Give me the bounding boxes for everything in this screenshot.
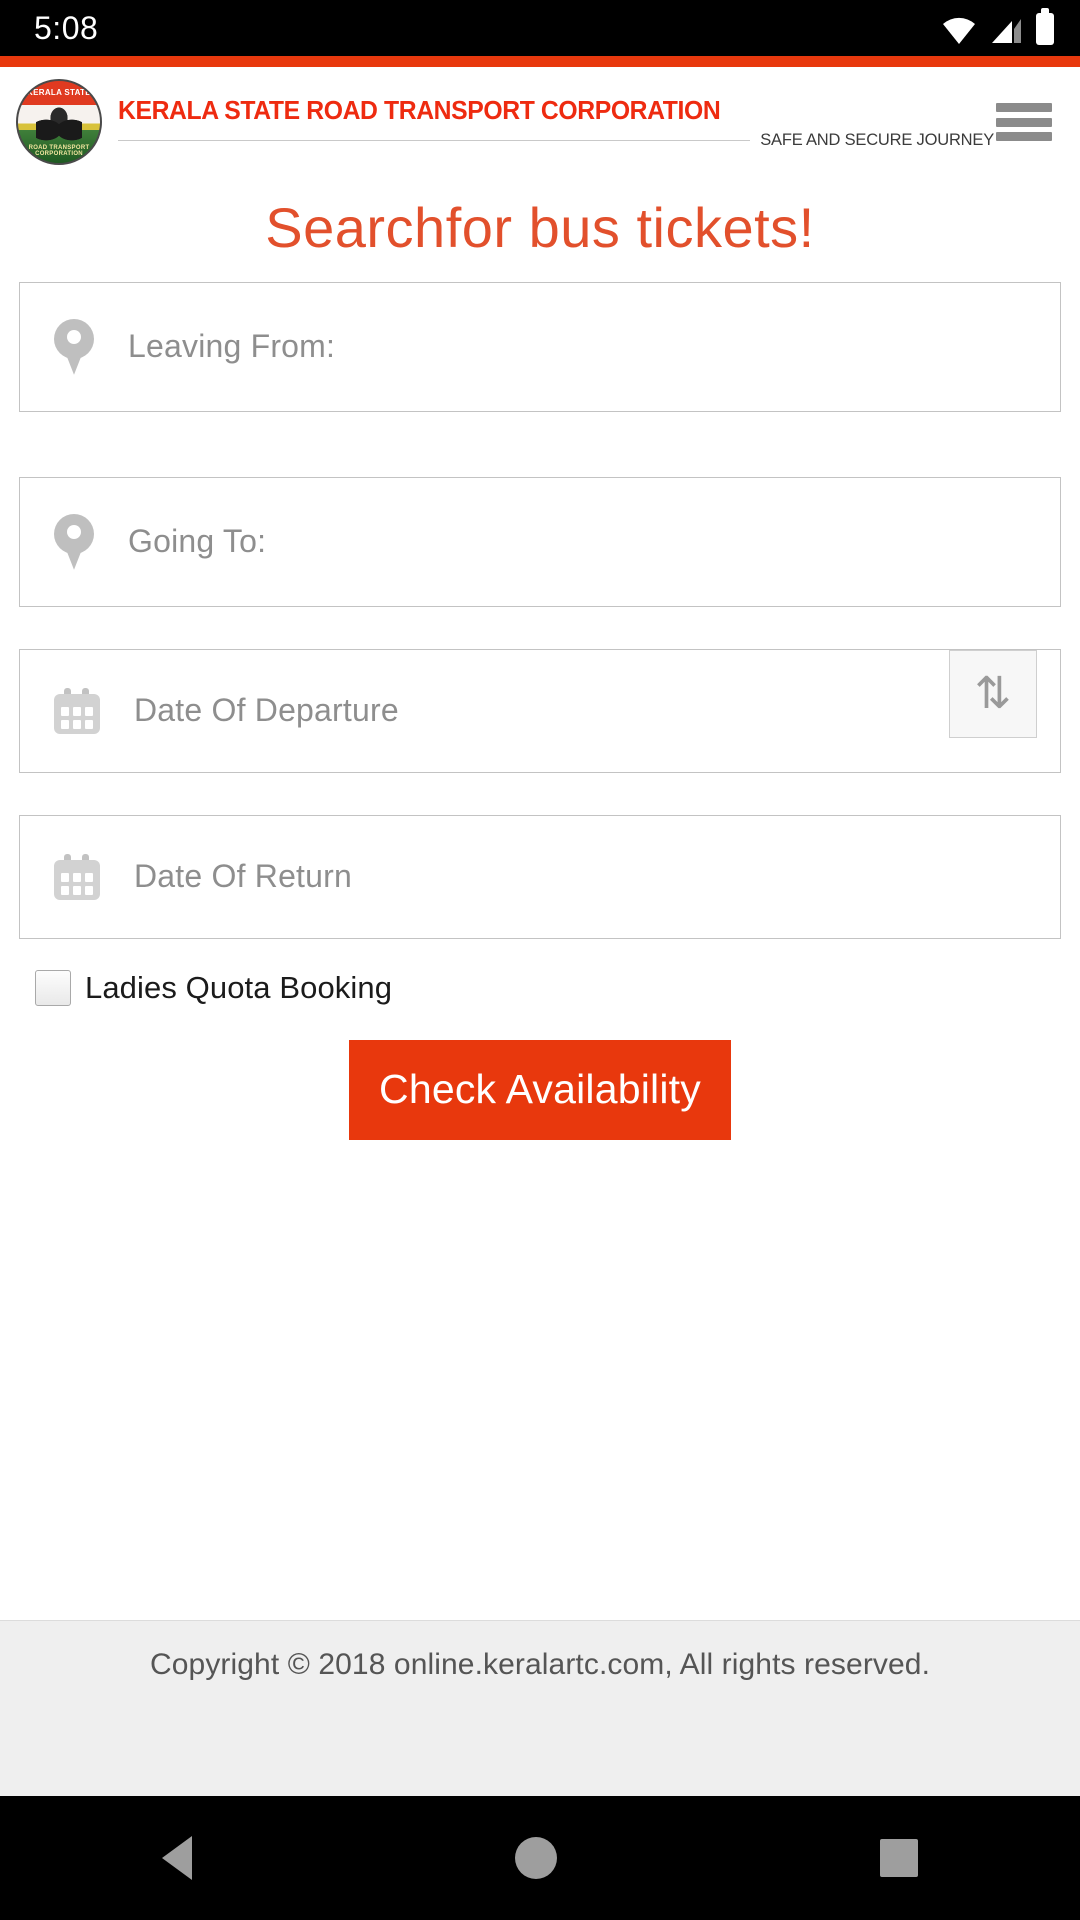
page-footer: Copyright © 2018 online.keralartc.com, A…	[0, 1620, 1080, 1796]
hamburger-bar	[996, 132, 1052, 141]
logo-bottom-text: ROAD TRANSPORT CORPORATION	[28, 145, 90, 157]
leaving-from-placeholder: Leaving From:	[128, 328, 336, 365]
submit-row: Check Availability	[19, 1039, 1061, 1140]
status-bar-time: 5:08	[34, 9, 99, 46]
hamburger-bar	[996, 103, 1052, 112]
android-nav-bar	[0, 1796, 1080, 1920]
ksrtc-emblem-logo: KERALA STATE ROAD TRANSPORT CORPORATION	[16, 79, 102, 165]
date-of-departure-placeholder: Date Of Departure	[134, 692, 399, 729]
brand-subtitle: SAFE AND SECURE JOURNEY	[760, 130, 994, 149]
location-pin-icon	[54, 513, 94, 570]
mobile-screen: 5:08 KERALA STATE ROAD TRANSPORT CORPORA…	[0, 0, 1080, 1920]
copyright-text: Copyright © 2018 online.keralartc.com, A…	[149, 1648, 931, 1681]
location-pin-icon	[54, 318, 94, 375]
status-bar: 5:08	[0, 0, 1080, 56]
date-of-return-placeholder: Date Of Return	[134, 858, 353, 895]
brand-title: KERALA STATE ROAD TRANSPORT CORPORATION	[118, 96, 721, 125]
calendar-icon	[54, 687, 100, 734]
leaving-from-field[interactable]: Leaving From:	[19, 281, 1061, 412]
accent-bar	[0, 56, 1080, 67]
back-icon[interactable]	[161, 1836, 192, 1880]
brand-divider	[118, 139, 751, 141]
ladies-quota-row[interactable]: Ladies Quota Booking	[19, 969, 1061, 1006]
swap-locations-button[interactable]: ⇅	[949, 649, 1037, 738]
hamburger-bar	[996, 117, 1052, 127]
wifi-icon	[943, 17, 975, 44]
going-to-placeholder: Going To:	[128, 523, 267, 560]
calendar-icon	[54, 853, 100, 900]
ladies-quota-checkbox[interactable]	[35, 969, 71, 1006]
content-spacer	[0, 1139, 1080, 1620]
recents-icon[interactable]	[880, 1839, 919, 1877]
check-availability-button[interactable]: Check Availability	[349, 1039, 731, 1140]
brand-block: KERALA STATE ROAD TRANSPORT CORPORATION …	[118, 95, 996, 150]
swap-arrows-icon: ⇅	[974, 667, 1012, 719]
hamburger-menu-icon[interactable]	[996, 100, 1052, 144]
signal-icon	[992, 19, 1021, 43]
going-to-field[interactable]: Going To:	[19, 476, 1061, 607]
logo-top-text: KERALA STATE	[27, 88, 91, 97]
brand-subtitle-row: SAFE AND SECURE JOURNEY	[118, 131, 996, 150]
search-form: Leaving From: Going To: ⇅ Date Of Depart…	[0, 281, 1080, 1140]
ladies-quota-label: Ladies Quota Booking	[85, 969, 393, 1005]
logo-disc: KERALA STATE ROAD TRANSPORT CORPORATION	[16, 79, 102, 165]
date-of-return-field[interactable]: Date Of Return	[19, 814, 1061, 939]
page-title: Searchfor bus tickets!	[265, 196, 815, 259]
battery-icon	[1036, 8, 1054, 45]
status-bar-icons	[942, 8, 1054, 45]
app-header: KERALA STATE ROAD TRANSPORT CORPORATION …	[0, 67, 1080, 177]
home-icon[interactable]	[514, 1837, 557, 1879]
date-of-departure-field[interactable]: Date Of Departure	[19, 648, 1061, 773]
